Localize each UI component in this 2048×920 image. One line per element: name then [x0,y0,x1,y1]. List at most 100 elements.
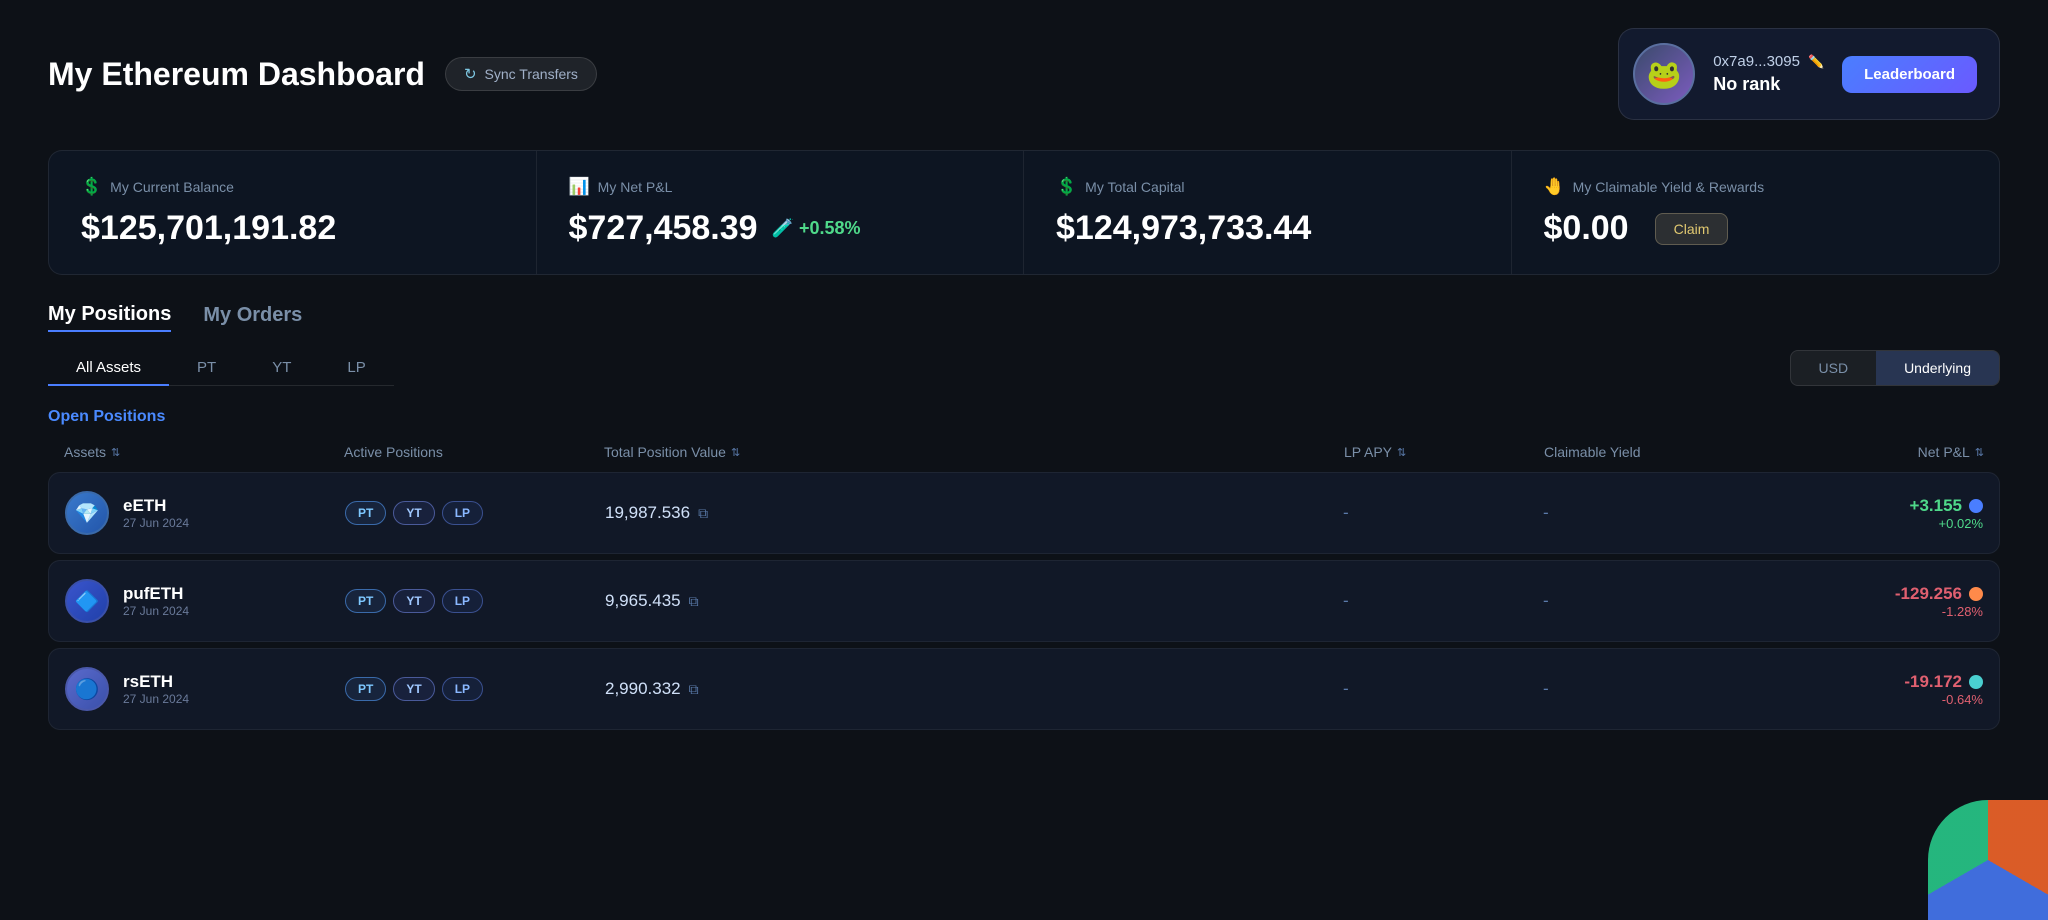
stat-claimable-value: $0.00 Claim [1544,209,1968,248]
edit-icon[interactable]: ✏️ [1808,54,1824,70]
pufeth-pnl-cell: -129.256 -1.28% [1763,584,1983,619]
pufeth-pnl-pct: -1.28% [1942,604,1983,619]
sort-assets-icon[interactable]: ⇅ [111,446,120,459]
rseth-name: rsETH 27 Jun 2024 [123,672,189,706]
eeth-pnl-cell: +3.155 +0.02% [1763,496,1983,531]
eeth-claimable-yield: - [1543,503,1763,523]
stat-total-capital: 💲 My Total Capital $124,973,733.44 [1024,151,1512,274]
tag-lp-pufeth[interactable]: LP [442,589,483,613]
avatar: 🐸 [1633,43,1695,105]
positions-table: Assets ⇅ Active Positions Total Position… [0,444,2048,730]
eeth-pnl-dot [1969,499,1983,513]
rseth-lp-apy: - [1343,679,1543,699]
filter-row: All Assets PT YT LP USD Underlying [0,350,2048,386]
pufeth-total-value: 9,965.435 ⧉ [605,591,1343,611]
pufeth-pnl-value: -129.256 [1895,584,1983,604]
stat-current-balance-label: 💲 My Current Balance [81,177,504,197]
view-toggle: USD Underlying [1790,350,2001,386]
stat-net-pnl-label: 📊 My Net P&L [569,177,992,197]
tab-my-orders[interactable]: My Orders [203,304,302,331]
stats-bar: 💲 My Current Balance $125,701,191.82 📊 M… [48,150,2000,275]
rseth-pnl-pct: -0.64% [1942,692,1983,707]
stat-total-capital-value: $124,973,733.44 [1056,209,1479,248]
pufeth-claimable-yield: - [1543,591,1763,611]
yield-icon: 🤚 [1544,177,1565,197]
tag-yt-rseth[interactable]: YT [393,677,434,701]
sort-value-icon[interactable]: ⇅ [731,446,740,459]
view-toggle-usd[interactable]: USD [1791,351,1877,385]
asset-tab-pt[interactable]: PT [169,351,244,386]
eeth-total-value: 19,987.536 ⧉ [605,503,1343,523]
user-info: 0x7a9...3095 ✏️ No rank [1713,53,1824,95]
header-total-value: Total Position Value ⇅ [604,444,1344,460]
stat-current-balance-value: $125,701,191.82 [81,209,504,248]
rseth-tags: PT YT LP [345,677,605,701]
header-assets: Assets ⇅ [64,444,344,460]
stat-total-capital-label: 💲 My Total Capital [1056,177,1479,197]
tab-my-positions[interactable]: My Positions [48,303,171,332]
pufeth-tags: PT YT LP [345,589,605,613]
header-active-positions: Active Positions [344,444,604,460]
eeth-icon: 💎 [65,491,109,535]
table-row: 💎 eETH 27 Jun 2024 PT YT LP 19,987.536 ⧉… [48,472,2000,554]
copy-icon-rseth[interactable]: ⧉ [689,681,699,698]
pufeth-name: pufETH 27 Jun 2024 [123,584,189,618]
rseth-icon: 🔵 [65,667,109,711]
sort-pnl-icon[interactable]: ⇅ [1975,446,1984,459]
asset-tabs: All Assets PT YT LP [48,351,394,386]
sort-lpapy-icon[interactable]: ⇅ [1397,446,1406,459]
stat-net-pnl: 📊 My Net P&L $727,458.39 🧪 +0.58% [537,151,1025,274]
open-positions-label: Open Positions [0,408,2048,426]
stat-net-pnl-value: $727,458.39 🧪 +0.58% [569,209,992,248]
tag-pt-eeth[interactable]: PT [345,501,386,525]
asset-cell-eeth: 💎 eETH 27 Jun 2024 [65,491,345,535]
stat-claimable-label: 🤚 My Claimable Yield & Rewards [1544,177,1968,197]
eeth-pnl-value: +3.155 [1910,496,1983,516]
asset-tab-all[interactable]: All Assets [48,351,169,386]
asset-cell-pufeth: 🔷 pufETH 27 Jun 2024 [65,579,345,623]
pufeth-icon: 🔷 [65,579,109,623]
header: My Ethereum Dashboard ↻ Sync Transfers 🐸… [0,0,2048,140]
user-panel: 🐸 0x7a9...3095 ✏️ No rank Leaderboard [1618,28,2000,120]
rseth-total-value: 2,990.332 ⧉ [605,679,1343,699]
eeth-name: eETH 27 Jun 2024 [123,496,189,530]
page-title: My Ethereum Dashboard [48,56,425,93]
eeth-lp-apy: - [1343,503,1543,523]
claim-button[interactable]: Claim [1655,213,1729,245]
sync-transfers-button[interactable]: ↻ Sync Transfers [445,57,597,91]
asset-tab-yt[interactable]: YT [244,351,319,386]
header-claimable-yield: Claimable Yield [1544,444,1764,460]
tag-yt-eeth[interactable]: YT [393,501,434,525]
tag-lp-rseth[interactable]: LP [442,677,483,701]
eeth-tags: PT YT LP [345,501,605,525]
main-tabs: My Positions My Orders [0,303,2048,332]
bottom-decoration [1928,800,2048,920]
user-address: 0x7a9...3095 ✏️ [1713,53,1824,70]
copy-icon-pufeth[interactable]: ⧉ [689,593,699,610]
table-header: Assets ⇅ Active Positions Total Position… [48,444,2000,472]
pnl-icon: 📊 [569,177,590,197]
asset-cell-rseth: 🔵 rsETH 27 Jun 2024 [65,667,345,711]
balance-icon: 💲 [81,177,102,197]
tag-pt-rseth[interactable]: PT [345,677,386,701]
stat-claimable-yield: 🤚 My Claimable Yield & Rewards $0.00 Cla… [1512,151,2000,274]
table-row: 🔷 pufETH 27 Jun 2024 PT YT LP 9,965.435 … [48,560,2000,642]
asset-tab-lp[interactable]: LP [319,351,393,386]
tag-lp-eeth[interactable]: LP [442,501,483,525]
user-rank: No rank [1713,74,1824,95]
stat-current-balance: 💲 My Current Balance $125,701,191.82 [49,151,537,274]
rseth-claimable-yield: - [1543,679,1763,699]
tag-yt-pufeth[interactable]: YT [393,589,434,613]
tag-pt-pufeth[interactable]: PT [345,589,386,613]
table-row: 🔵 rsETH 27 Jun 2024 PT YT LP 2,990.332 ⧉… [48,648,2000,730]
copy-icon-eeth[interactable]: ⧉ [698,505,708,522]
rseth-pnl-cell: -19.172 -0.64% [1763,672,1983,707]
header-left: My Ethereum Dashboard ↻ Sync Transfers [48,56,597,93]
pufeth-pnl-dot [1969,587,1983,601]
view-toggle-underlying[interactable]: Underlying [1876,351,1999,385]
rseth-pnl-value: -19.172 [1904,672,1983,692]
header-net-pnl: Net P&L ⇅ [1764,444,1984,460]
sync-icon: ↻ [464,65,477,83]
leaderboard-button[interactable]: Leaderboard [1842,56,1977,93]
rseth-pnl-dot [1969,675,1983,689]
